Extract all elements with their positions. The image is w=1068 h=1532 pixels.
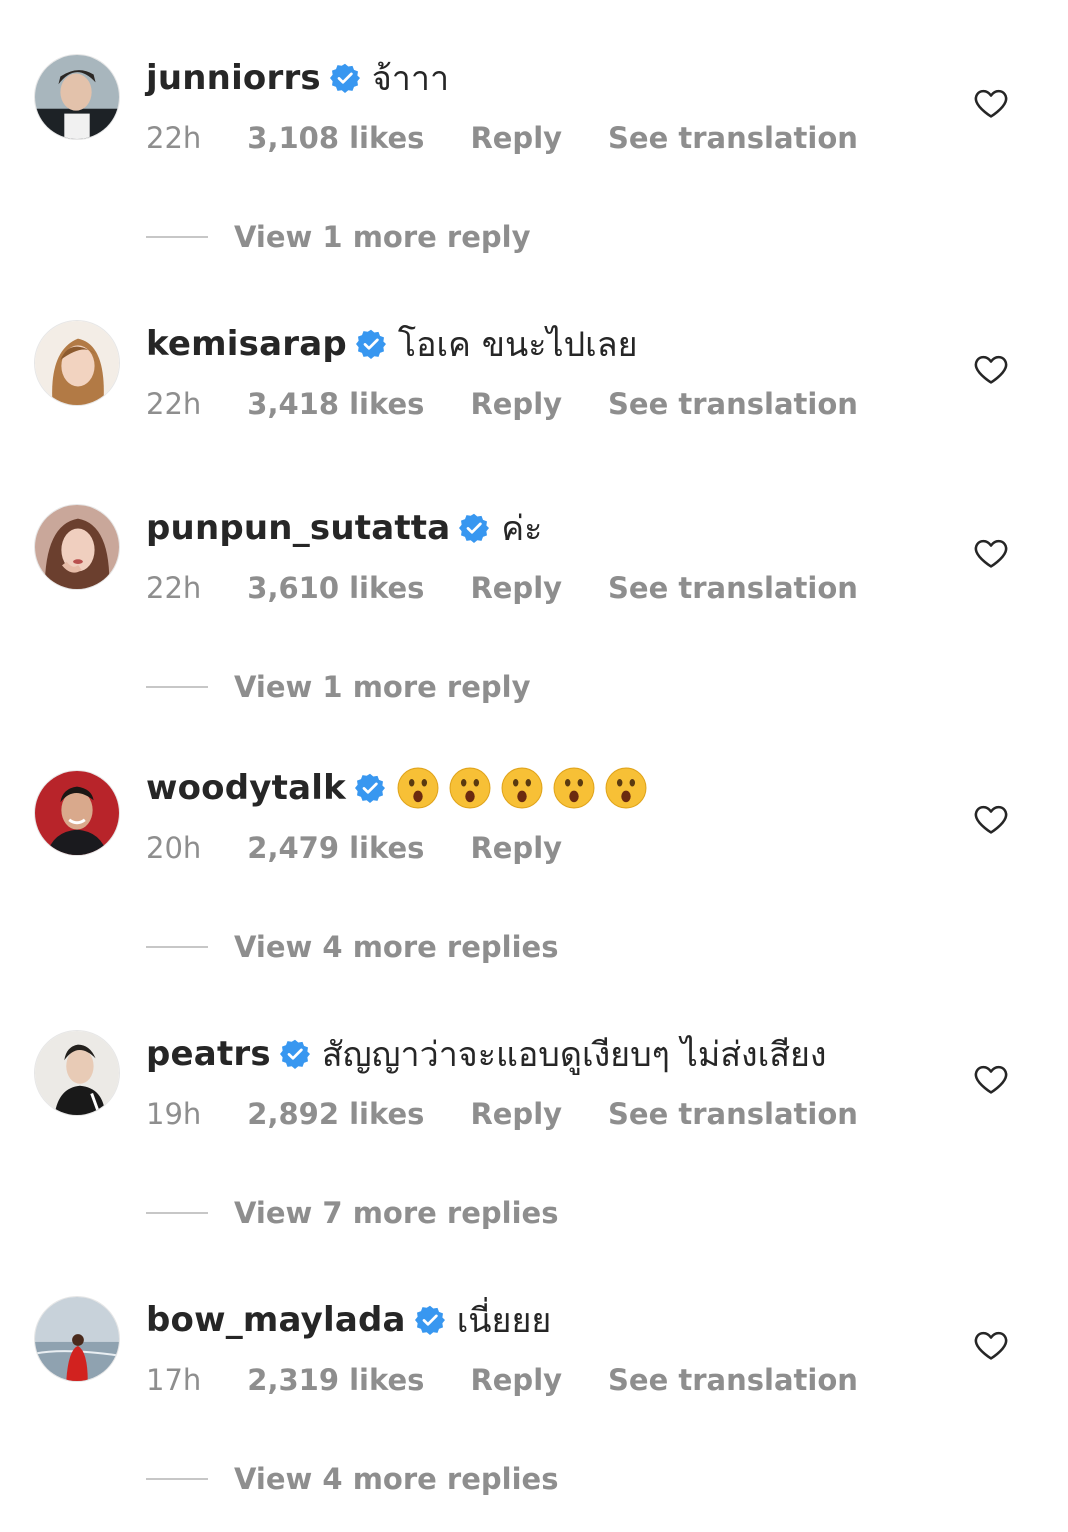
comment-header: punpun_sutatta ค่ะ	[146, 504, 542, 552]
comment-text: โอเค ขนะไปเลย	[397, 325, 638, 365]
like-count[interactable]: 3,108 likes	[247, 121, 424, 155]
verified-badge-icon	[329, 63, 360, 93]
like-count[interactable]: 3,610 likes	[247, 571, 424, 605]
view-more-replies[interactable]: View 1 more reply	[146, 217, 531, 257]
comment-header: bow_maylada เนี่ยยย	[146, 1296, 551, 1344]
view-more-label[interactable]: View 4 more replies	[234, 1462, 558, 1496]
see-translation-link[interactable]: See translation	[608, 121, 858, 155]
timestamp: 22h	[146, 387, 202, 421]
divider	[146, 1478, 208, 1480]
like-count[interactable]: 2,319 likes	[247, 1363, 424, 1397]
comment-peatrs: peatrs สัญญาว่าจะแอบดูเงียบๆ ไม่ส่งเสียง…	[0, 1030, 1068, 1150]
username[interactable]: kemisarap	[146, 324, 347, 364]
comment-meta: 20h 2,479 likes Reply	[146, 828, 608, 868]
reply-button[interactable]: Reply	[470, 387, 562, 421]
comment-header: kemisarap โอเค ขนะไปเลย	[146, 320, 638, 368]
reply-button[interactable]: Reply	[470, 121, 562, 155]
heart-icon[interactable]	[972, 1326, 1010, 1364]
emoji-row	[397, 767, 657, 809]
view-more-label[interactable]: View 1 more reply	[234, 670, 531, 704]
comment-bow-maylada: bow_maylada เนี่ยยย 17h 2,319 likes Repl…	[0, 1296, 1068, 1416]
comment-meta: 19h 2,892 likes Reply See translation	[146, 1094, 858, 1134]
username[interactable]: woodytalk	[146, 768, 346, 808]
view-more-replies[interactable]: View 4 more replies	[146, 927, 558, 967]
hushed-face-emoji	[397, 767, 439, 809]
avatar[interactable]	[34, 1296, 120, 1382]
view-more-replies[interactable]: View 4 more replies	[146, 1459, 558, 1499]
username[interactable]: punpun_sutatta	[146, 508, 450, 548]
username[interactable]: bow_maylada	[146, 1300, 406, 1340]
see-translation-link[interactable]: See translation	[608, 1097, 858, 1131]
verified-badge-icon	[354, 773, 385, 803]
reply-button[interactable]: Reply	[470, 831, 562, 865]
reply-button[interactable]: Reply	[470, 1363, 562, 1397]
see-translation-link[interactable]: See translation	[608, 387, 858, 421]
divider	[146, 1212, 208, 1214]
view-more-replies[interactable]: View 7 more replies	[146, 1193, 558, 1233]
heart-icon[interactable]	[972, 84, 1010, 122]
avatar[interactable]	[34, 504, 120, 590]
like-count[interactable]: 2,479 likes	[247, 831, 424, 865]
avatar[interactable]	[34, 770, 120, 856]
comment-meta: 22h 3,610 likes Reply See translation	[146, 568, 858, 608]
timestamp: 22h	[146, 121, 202, 155]
divider	[146, 686, 208, 688]
verified-badge-icon	[279, 1039, 310, 1069]
comment-header: peatrs สัญญาว่าจะแอบดูเงียบๆ ไม่ส่งเสียง	[146, 1030, 827, 1078]
comment-header: junniorrs จ้าาา	[146, 54, 449, 102]
heart-icon[interactable]	[972, 1060, 1010, 1098]
comment-punpun-sutatta: punpun_sutatta ค่ะ 22h 3,610 likes Reply…	[0, 504, 1068, 624]
see-translation-link[interactable]: See translation	[608, 1363, 858, 1397]
reply-button[interactable]: Reply	[470, 571, 562, 605]
see-translation-link[interactable]: See translation	[608, 571, 858, 605]
view-more-label[interactable]: View 7 more replies	[234, 1196, 558, 1230]
comment-header: woodytalk	[146, 764, 657, 812]
hushed-face-emoji	[449, 767, 491, 809]
view-more-label[interactable]: View 1 more reply	[234, 220, 531, 254]
comment-text: จ้าาา	[371, 59, 450, 99]
comment-woodytalk: woodytalk 20h 2,479 likes Reply	[0, 764, 1068, 884]
hushed-face-emoji	[605, 767, 647, 809]
comment-meta: 22h 3,108 likes Reply See translation	[146, 118, 858, 158]
heart-icon[interactable]	[972, 534, 1010, 572]
verified-badge-icon	[414, 1305, 445, 1335]
verified-badge-icon	[459, 513, 490, 543]
timestamp: 22h	[146, 571, 202, 605]
verified-badge-icon	[355, 329, 386, 359]
comment-text: ค่ะ	[501, 509, 543, 549]
comment-text: เนี่ยยย	[456, 1301, 552, 1341]
comment-junniorrs: junniorrs จ้าาา 22h 3,108 likes Reply Se…	[0, 54, 1068, 174]
reply-button[interactable]: Reply	[470, 1097, 562, 1131]
divider	[146, 946, 208, 948]
like-count[interactable]: 2,892 likes	[247, 1097, 424, 1131]
comment-meta: 22h 3,418 likes Reply See translation	[146, 384, 858, 424]
divider	[146, 236, 208, 238]
hushed-face-emoji	[501, 767, 543, 809]
comment-meta: 17h 2,319 likes Reply See translation	[146, 1360, 858, 1400]
avatar[interactable]	[34, 1030, 120, 1116]
timestamp: 17h	[146, 1363, 202, 1397]
view-more-replies[interactable]: View 1 more reply	[146, 667, 531, 707]
timestamp: 20h	[146, 831, 202, 865]
username[interactable]: junniorrs	[146, 58, 321, 98]
avatar[interactable]	[34, 54, 120, 140]
comment-text: สัญญาว่าจะแอบดูเงียบๆ ไม่ส่งเสียง	[321, 1035, 827, 1075]
view-more-label[interactable]: View 4 more replies	[234, 930, 558, 964]
heart-icon[interactable]	[972, 800, 1010, 838]
username[interactable]: peatrs	[146, 1034, 271, 1074]
like-count[interactable]: 3,418 likes	[247, 387, 424, 421]
avatar[interactable]	[34, 320, 120, 406]
comment-kemisarap: kemisarap โอเค ขนะไปเลย 22h 3,418 likes …	[0, 320, 1068, 440]
heart-icon[interactable]	[972, 350, 1010, 388]
timestamp: 19h	[146, 1097, 202, 1131]
hushed-face-emoji	[553, 767, 595, 809]
